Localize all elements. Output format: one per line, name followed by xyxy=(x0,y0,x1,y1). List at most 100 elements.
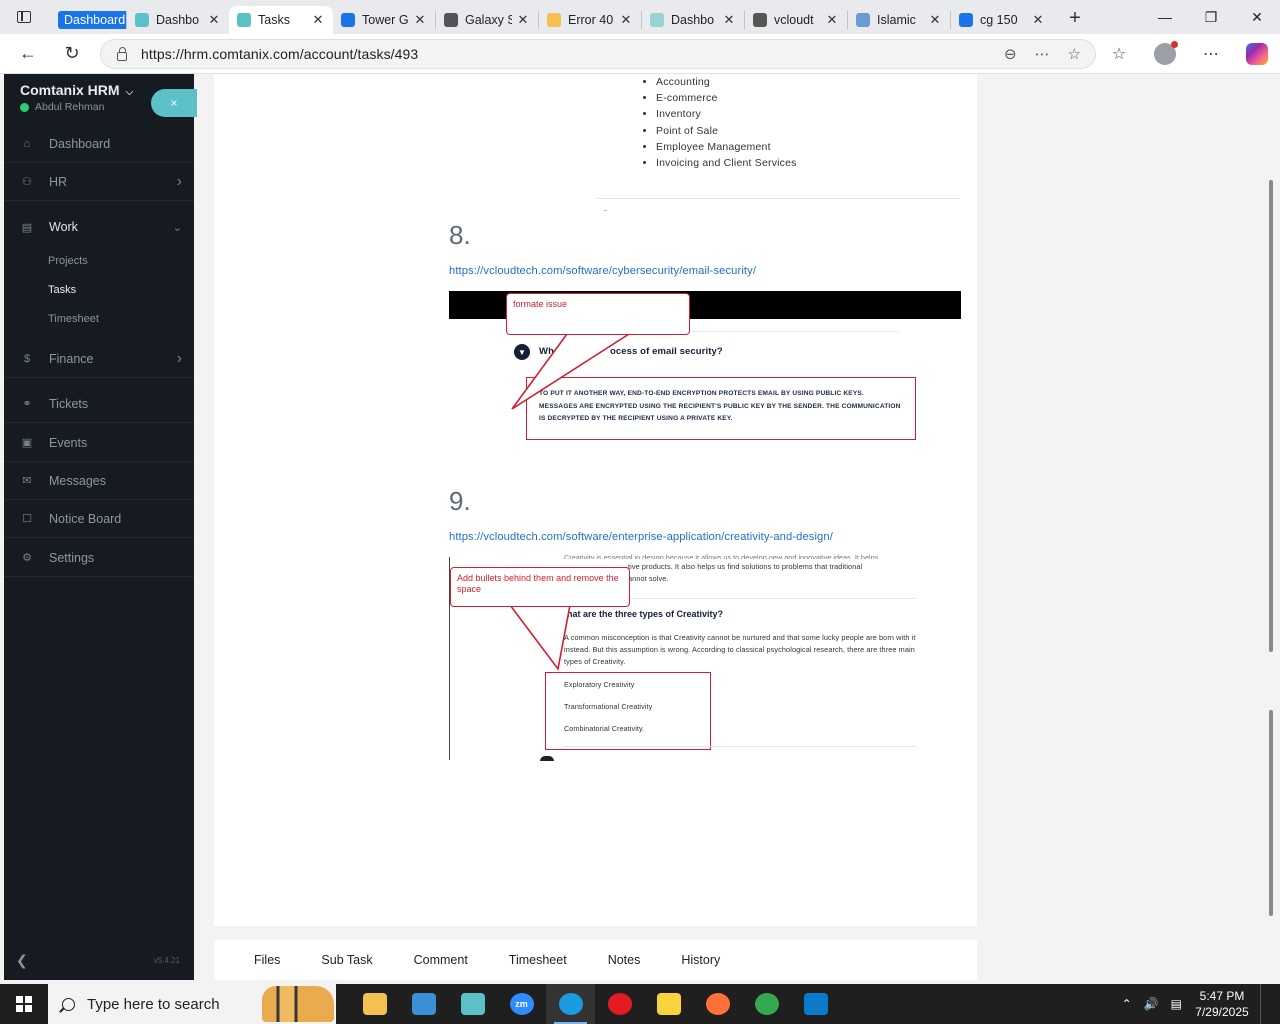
browser-tab-strip: Dashboard Dashbo ✕ Tasks ✕ Tower G ✕ Galaxy S ✕ E… xyxy=(0,0,1280,34)
taskbar-app-zoom[interactable]: zm xyxy=(497,984,546,1024)
scrollbar-thumb[interactable] xyxy=(1269,180,1273,652)
copilot-button[interactable] xyxy=(1234,43,1280,65)
tab-comment[interactable]: Comment xyxy=(414,953,468,967)
profile-button[interactable] xyxy=(1142,41,1188,65)
clock[interactable]: 5:47 PM 7/29/2025 xyxy=(1194,988,1250,1020)
taskbar-app-app-2[interactable] xyxy=(399,984,448,1024)
browser-tab-8[interactable]: vcloudt ✕ xyxy=(745,6,847,34)
close-tab-icon[interactable]: ✕ xyxy=(207,12,221,28)
show-desktop-button[interactable] xyxy=(1260,984,1280,1024)
search-icon xyxy=(62,997,75,1011)
close-window-button[interactable]: ✕ xyxy=(1234,0,1280,34)
sidebar-item-label: Tickets xyxy=(49,396,89,411)
taskbar-app-opera[interactable] xyxy=(595,984,644,1024)
tabs-container: Dashboard Dashbo ✕ Tasks ✕ Tower G ✕ Galaxy S ✕ E… xyxy=(48,0,1053,34)
taskbar-app-chrome[interactable] xyxy=(742,984,791,1024)
browser-tab-4[interactable]: Tower G ✕ xyxy=(333,6,435,34)
sidebar-subitem-projects[interactable]: Projects xyxy=(48,255,88,267)
url-bar[interactable]: https://hrm.comtanix.com/account/tasks/4… xyxy=(100,39,1096,69)
browser-tab-7[interactable]: Dashbo ✕ xyxy=(642,6,744,34)
window-controls: — ❐ ✕ xyxy=(1142,0,1280,34)
sidebar-item-tickets[interactable]: ⚭ Tickets xyxy=(4,385,194,423)
taskbar-app-app-3[interactable] xyxy=(448,984,497,1024)
start-button[interactable] xyxy=(0,984,48,1024)
sidebar-item-events[interactable]: ▣ Events xyxy=(4,424,194,462)
scrollbar-thumb[interactable] xyxy=(1269,710,1273,916)
sidebar-item-messages[interactable]: ✉ Messages xyxy=(4,462,194,500)
creativity-paragraph: A common misconception is that Creativit… xyxy=(564,633,916,666)
message-icon: ✉ xyxy=(22,475,32,487)
browser-tab-2[interactable]: Dashbo ✕ xyxy=(127,6,229,34)
more-menu-icon[interactable]: ⋯ xyxy=(1188,44,1234,64)
read-aloud-icon[interactable]: ⋯ xyxy=(1035,45,1050,63)
taskbar-app-sticky-notes[interactable] xyxy=(644,984,693,1024)
windows-logo-icon xyxy=(16,996,32,1012)
tab-actions-button[interactable] xyxy=(0,0,48,34)
back-button[interactable]: ← xyxy=(6,34,50,74)
tab-files[interactable]: Files xyxy=(254,953,280,967)
tab-favicon-icon xyxy=(135,13,149,27)
restore-button[interactable]: ❐ xyxy=(1188,0,1234,34)
tab-sub-task[interactable]: Sub Task xyxy=(321,953,372,967)
refresh-button[interactable]: ↻ xyxy=(50,34,94,74)
sidebar-subitem-timesheet[interactable]: Timesheet xyxy=(48,313,99,325)
taskbar-app-edge[interactable] xyxy=(546,984,595,1024)
close-tab-icon[interactable]: ✕ xyxy=(1031,12,1045,28)
close-sidebar-button[interactable]: × xyxy=(151,89,197,117)
close-tab-icon[interactable]: ✕ xyxy=(516,12,530,28)
sidebar-item-settings[interactable]: ⚙ Settings xyxy=(4,539,194,577)
taskbar-search[interactable]: Type here to search xyxy=(48,984,336,1024)
sidebar-subitem-tasks[interactable]: Tasks xyxy=(48,284,76,296)
sidebar-item-hr[interactable]: ⚇ HR › xyxy=(4,163,194,201)
sidebar-item-notice-board[interactable]: ☐ Notice Board xyxy=(4,500,194,538)
tab-history[interactable]: History xyxy=(681,953,720,967)
chrome-icon xyxy=(754,993,779,1015)
tab-label: Dashboard xyxy=(58,11,126,29)
close-tab-icon[interactable]: ✕ xyxy=(619,12,633,28)
favorite-star-icon[interactable]: ☆ xyxy=(1068,45,1081,63)
section-9-number: 9. xyxy=(449,486,471,516)
close-tab-icon[interactable]: ✕ xyxy=(722,12,736,28)
new-tab-button[interactable]: + xyxy=(1059,7,1091,30)
sidebar-item-finance[interactable]: $ Finance › xyxy=(4,340,194,378)
collapse-sidebar-icon[interactable]: ❮ xyxy=(16,952,28,969)
page-scrollbar[interactable] xyxy=(1266,74,1276,980)
browser-tab-3[interactable]: Tasks ✕ xyxy=(229,6,333,34)
close-tab-icon[interactable]: ✕ xyxy=(413,12,427,28)
url-text[interactable]: https://hrm.comtanix.com/account/tasks/4… xyxy=(141,46,418,62)
browser-tab-6[interactable]: Error 40 ✕ xyxy=(539,6,641,34)
browser-tab-1[interactable]: Dashboard xyxy=(48,6,126,34)
minimize-button[interactable]: — xyxy=(1142,0,1188,34)
tab-notes[interactable]: Notes xyxy=(608,953,641,967)
windows-taskbar: Type here to search zm ⌃ 🔊 ▤ 5:47 PM 7/2… xyxy=(0,984,1280,1024)
brand-dropdown[interactable]: Comtanix HRM ⌵ xyxy=(20,82,133,98)
browser-tab-9[interactable]: Islamic ✕ xyxy=(848,6,950,34)
browser-tab-5[interactable]: Galaxy S ✕ xyxy=(436,6,538,34)
tab-label: Tasks xyxy=(258,13,290,27)
tab-timesheet[interactable]: Timesheet xyxy=(509,953,567,967)
network-icon[interactable]: ▤ xyxy=(1171,997,1182,1011)
sidebar-item-work[interactable]: ▤ Work ⌄ xyxy=(4,208,194,246)
taskbar-app-file-explorer[interactable] xyxy=(350,984,399,1024)
volume-icon[interactable]: 🔊 xyxy=(1144,997,1159,1011)
browser-tab-10[interactable]: cg 150 ✕ xyxy=(951,6,1053,34)
close-tab-icon[interactable]: ✕ xyxy=(311,12,325,28)
zoom-out-icon[interactable]: ⊖ xyxy=(1004,45,1017,63)
taskbar-app-firefox[interactable] xyxy=(693,984,742,1024)
search-highlight-image[interactable] xyxy=(262,986,334,1022)
divider-mark xyxy=(604,210,607,211)
sidebar-item-label: Settings xyxy=(49,550,95,565)
calendar-icon: ▣ xyxy=(21,437,33,449)
taskbar-app-vscode[interactable] xyxy=(791,984,840,1024)
tab-actions-icon xyxy=(17,11,31,23)
zoom-icon: zm xyxy=(509,993,534,1015)
creativity-question: hat are the three types of Creativity? xyxy=(567,609,724,619)
close-tab-icon[interactable]: ✕ xyxy=(825,12,839,28)
close-tab-icon[interactable]: ✕ xyxy=(928,12,942,28)
section-9-link[interactable]: https://vcloudtech.com/software/enterpri… xyxy=(449,531,833,543)
chevron-up-icon[interactable]: ⌃ xyxy=(1122,997,1132,1011)
feature-list-item: Point of Sale xyxy=(656,123,797,139)
sidebar-item-dashboard[interactable]: ⌂ Dashboard xyxy=(4,125,194,163)
favorites-icon[interactable]: ☆ xyxy=(1096,44,1142,64)
section-8-link[interactable]: https://vcloudtech.com/software/cybersec… xyxy=(449,265,756,277)
